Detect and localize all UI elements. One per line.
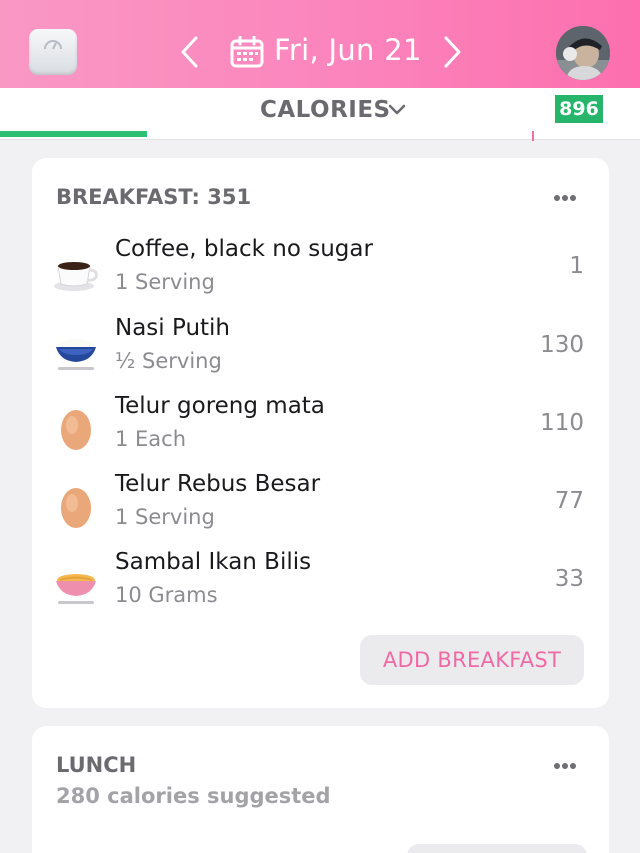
calorie-progress-bar: [0, 131, 147, 137]
food-calories: 130: [540, 332, 584, 358]
food-name: Coffee, black no sugar: [115, 236, 373, 262]
food-serving: 1 Serving: [115, 505, 215, 529]
add-breakfast-button[interactable]: ADD BREAKFAST: [360, 635, 584, 685]
food-serving: 1 Each: [115, 427, 187, 451]
user-avatar[interactable]: [556, 26, 610, 80]
food-name: Telur Rebus Besar: [115, 471, 321, 497]
avatar-photo: [556, 26, 610, 80]
food-item[interactable]: Telur Rebus Besar 1 Serving 77: [32, 471, 609, 543]
breakfast-title: BREAKFAST: 351: [56, 185, 252, 209]
food-calories: 110: [540, 410, 584, 436]
food-calories: 1: [569, 253, 584, 279]
more-icon-dot: [562, 763, 568, 769]
food-calories: 33: [554, 566, 584, 592]
scale-icon: [44, 40, 62, 50]
more-icon-dot: [570, 763, 576, 769]
lunch-suggestion: 280 calories suggested: [56, 784, 331, 808]
soup-bowl-icon: [56, 574, 96, 604]
food-item[interactable]: Sambal Ikan Bilis 10 Grams 33: [32, 549, 609, 621]
metric-selector[interactable]: CALORIES: [260, 97, 391, 123]
breakfast-card: BREAKFAST: 351 Coffee, black no sugar 1 …: [32, 158, 609, 708]
food-calories: 77: [554, 488, 584, 514]
scale-button[interactable]: [29, 29, 77, 75]
food-item[interactable]: Nasi Putih ½ Serving 130: [32, 315, 609, 387]
date-label[interactable]: Fri, Jun 21: [274, 33, 422, 67]
calories-remaining-badge: 896: [555, 95, 603, 123]
food-name: Nasi Putih: [115, 315, 231, 341]
food-serving: ½ Serving: [115, 349, 222, 373]
calendar-icon: [230, 36, 264, 68]
more-icon-dot: [570, 195, 576, 201]
food-name: Telur goreng mata: [115, 393, 325, 419]
coffee-cup-icon: [54, 262, 98, 291]
more-icon: [554, 195, 560, 201]
food-serving: 10 Grams: [115, 583, 218, 607]
food-item[interactable]: Coffee, black no sugar 1 Serving 1: [32, 236, 609, 308]
more-icon-dot: [562, 195, 568, 201]
calories-bar: CALORIES 896: [0, 88, 640, 141]
more-options-button[interactable]: [553, 191, 583, 205]
egg-icon: [61, 410, 91, 450]
food-serving: 1 Serving: [115, 270, 215, 294]
chevron-right-icon[interactable]: [440, 34, 466, 70]
more-icon: [554, 763, 560, 769]
chevron-left-icon[interactable]: [176, 34, 202, 70]
egg-icon: [61, 488, 91, 528]
add-lunch-button[interactable]: [407, 844, 587, 853]
more-options-button[interactable]: [553, 759, 583, 773]
food-item[interactable]: Telur goreng mata 1 Each 110: [32, 393, 609, 465]
lunch-card: LUNCH 280 calories suggested: [32, 726, 609, 853]
chevron-down-icon[interactable]: [388, 101, 406, 119]
calorie-goal-marker: [532, 131, 534, 141]
lunch-title: LUNCH: [56, 753, 137, 777]
rice-bowl-icon: [56, 339, 96, 370]
app-header: Fri, Jun 21: [0, 0, 640, 88]
food-name: Sambal Ikan Bilis: [115, 549, 312, 575]
